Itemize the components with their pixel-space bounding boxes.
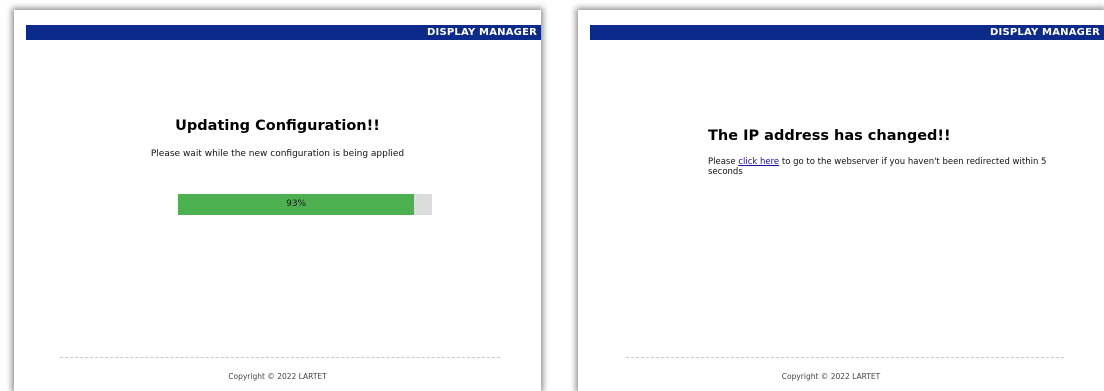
footer-divider: [60, 357, 500, 358]
redirect-message: Please click here to go to the webserver…: [708, 157, 1078, 177]
copyright-text: Copyright © 2022 LARTET: [228, 372, 327, 381]
redirect-message-prefix: Please: [708, 157, 739, 167]
progress-percent-label: 93%: [286, 199, 307, 209]
ip-changed-window: DISPLAY MANAGER The IP address has chang…: [578, 10, 1104, 391]
copyright-text: Copyright © 2022 LARTET: [781, 372, 881, 381]
header-bar: DISPLAY MANAGER: [26, 25, 541, 40]
header-bar: DISPLAY MANAGER: [590, 25, 1104, 40]
progress-bar: 93%: [178, 194, 432, 215]
page-subtitle: Please wait while the new configuration …: [150, 149, 405, 159]
updating-config-window: DISPLAY MANAGER Updating Configuration!!…: [14, 10, 541, 391]
page-title: Updating Configuration!!: [175, 118, 380, 134]
page-title: The IP address has changed!!: [708, 128, 951, 144]
click-here-link[interactable]: click here: [738, 157, 779, 167]
footer-divider: [626, 357, 1064, 358]
